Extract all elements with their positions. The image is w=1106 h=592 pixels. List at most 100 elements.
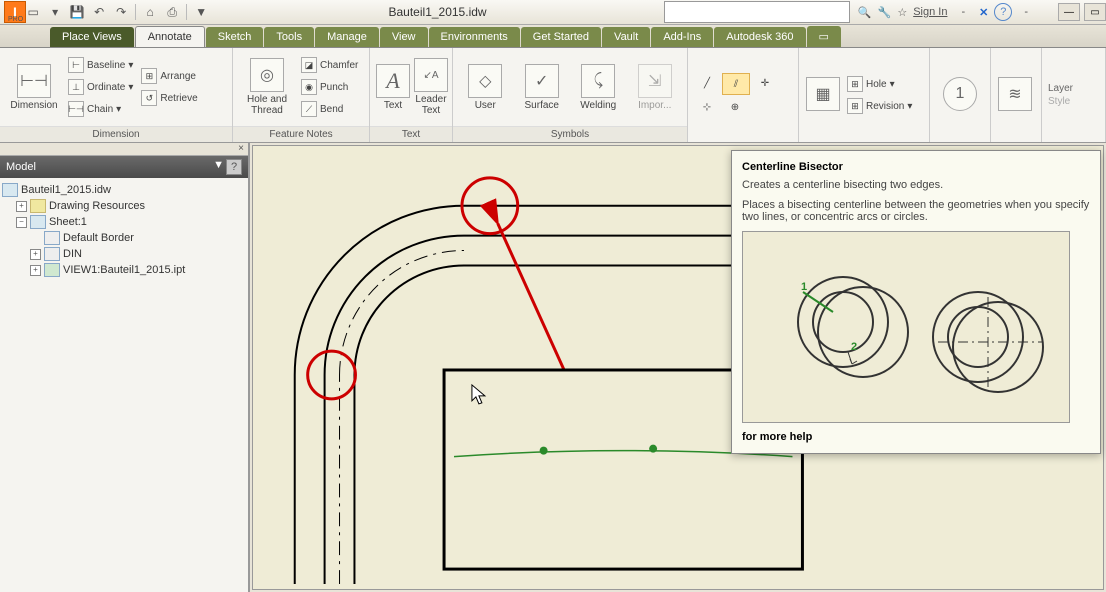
redo-icon[interactable]: ↷ — [111, 2, 131, 22]
open-icon[interactable]: ▭ — [23, 2, 43, 22]
tab-annotate[interactable]: Annotate — [135, 26, 205, 47]
layer-label: Layer — [1048, 83, 1073, 94]
close-panel-icon[interactable]: × — [0, 143, 248, 156]
tree-root[interactable]: Bauteil1_2015.idw — [2, 182, 246, 198]
tab-add-ins[interactable]: Add-Ins — [651, 27, 713, 47]
ordinate-button[interactable]: ⊥Ordinate ▾ — [66, 77, 135, 97]
sheet-icon — [30, 215, 46, 229]
table-icon: ▦ — [806, 77, 840, 111]
drawing-canvas[interactable]: Centerline Bisector Creates a centerline… — [252, 145, 1104, 590]
dimension-icon: ⊢⊣ — [17, 64, 51, 98]
hole-table-button[interactable]: ⊞Hole ▾ — [845, 74, 914, 94]
minimize-button[interactable]: — — [1058, 3, 1080, 21]
help-icon[interactable]: ? — [994, 3, 1012, 21]
tab-view[interactable]: View — [380, 27, 428, 47]
favorite-icon[interactable]: ☆ — [897, 6, 907, 19]
centered-pattern-button[interactable]: ⊹ — [694, 97, 720, 117]
centerline-bisector-button[interactable]: ⫽ — [722, 73, 750, 95]
table-button[interactable]: ▦ — [805, 60, 841, 130]
search-icon[interactable]: 🔍 — [858, 6, 872, 19]
chain-button[interactable]: ⊢⊣Chain ▾ — [66, 99, 135, 119]
svg-text:1: 1 — [801, 281, 807, 293]
revision-table-button[interactable]: ⊞Revision ▾ — [845, 96, 914, 116]
tab-environments[interactable]: Environments — [429, 27, 520, 47]
bend-button[interactable]: ⟋Bend — [299, 99, 360, 119]
tab-place-views[interactable]: Place Views — [50, 27, 134, 47]
text-icon: A — [376, 64, 410, 98]
hole-icon: ◎ — [250, 58, 284, 92]
style-label: Style — [1048, 96, 1073, 107]
home-icon[interactable]: ⌂ — [140, 2, 160, 22]
document-icon — [2, 183, 18, 197]
exchange-icon[interactable]: ✕ — [979, 6, 988, 19]
app-menu-icon[interactable]: ▼ — [191, 2, 211, 22]
retrieve-button[interactable]: ↺Retrieve — [139, 88, 199, 108]
titleblock-icon — [44, 247, 60, 261]
browser-title: Model — [6, 161, 36, 173]
chamfer-button[interactable]: ◪Chamfer — [299, 55, 360, 75]
welding-button[interactable]: ⤹Welding — [572, 52, 625, 122]
user-sym-icon: ◇ — [468, 64, 502, 98]
collapse-icon[interactable]: − — [16, 217, 27, 228]
tree-item-din[interactable]: +DIN — [2, 246, 246, 262]
sym2-button[interactable]: ⊕ — [722, 97, 748, 117]
text-button[interactable]: A Text — [376, 52, 410, 122]
punch-button[interactable]: ◉Punch — [299, 77, 360, 97]
ribbon: ⊢⊣ Dimension ⊢Baseline ▾ ⊥Ordinate ▾ ⊢⊣C… — [0, 48, 1106, 143]
tree-item-resources[interactable]: +Drawing Resources — [2, 198, 246, 214]
undo-icon[interactable]: ↶ — [89, 2, 109, 22]
tab-vault[interactable]: Vault — [602, 27, 650, 47]
centerline-button[interactable]: ╱ — [694, 73, 720, 93]
balloon-button[interactable]: 1 — [936, 60, 984, 130]
expand-icon[interactable]: + — [30, 249, 41, 260]
arrange-button[interactable]: ⊞Arrange — [139, 66, 199, 86]
tab-extra-icon[interactable]: ▭ — [807, 26, 841, 47]
expand-icon[interactable]: + — [30, 265, 41, 276]
baseline-button[interactable]: ⊢Baseline ▾ — [66, 55, 135, 75]
search-input[interactable] — [664, 1, 850, 23]
dimension-button[interactable]: ⊢⊣ Dimension — [6, 52, 62, 122]
tab-autodesk360[interactable]: Autodesk 360 — [714, 27, 805, 47]
tab-get-started[interactable]: Get Started — [521, 27, 601, 47]
quick-access-toolbar: ▭ ▾ 💾 ↶ ↷ ⌂ ⎙ ▼ — [23, 2, 211, 22]
user-symbol-button[interactable]: ◇User — [459, 52, 512, 122]
import-icon: ⇲ — [638, 64, 672, 98]
folder-icon — [30, 199, 46, 213]
tooltip-footer: for more help — [742, 431, 1090, 443]
expand-icon[interactable]: + — [16, 201, 27, 212]
restore-button[interactable]: ▭ — [1084, 3, 1106, 21]
tree-item-sheet[interactable]: −Sheet:1 — [2, 214, 246, 230]
tooltip-illustration: 1 2 — [742, 231, 1070, 423]
center-mark-button[interactable]: ✛ — [752, 73, 778, 93]
leader-icon: ↙A — [414, 58, 448, 92]
help-small-icon[interactable]: ? — [226, 159, 242, 175]
layers-icon: ≋ — [998, 77, 1032, 111]
layers-button[interactable]: ≋ — [997, 60, 1033, 130]
tab-tools[interactable]: Tools — [264, 27, 314, 47]
view-icon — [44, 263, 60, 277]
balloon-icon: 1 — [943, 77, 977, 111]
model-browser: × Model ▼? Bauteil1_2015.idw +Drawing Re… — [0, 143, 250, 592]
leader-text-button[interactable]: ↙A Leader Text — [414, 52, 448, 122]
surface-button[interactable]: ✓Surface — [516, 52, 569, 122]
tab-sketch[interactable]: Sketch — [206, 27, 264, 47]
svg-text:2: 2 — [851, 341, 857, 353]
ribbon-tabs: Place Views Annotate Sketch Tools Manage… — [0, 25, 1106, 48]
save-icon[interactable]: 💾 — [67, 2, 87, 22]
tab-manage[interactable]: Manage — [315, 27, 379, 47]
key-icon[interactable]: 🔧 — [878, 6, 892, 19]
new-icon[interactable]: ▾ — [45, 2, 65, 22]
tooltip-description: Places a bisecting centerline between th… — [742, 199, 1090, 223]
tree-item-border[interactable]: Default Border — [2, 230, 246, 246]
tooltip-title: Centerline Bisector — [742, 161, 1090, 173]
border-icon — [44, 231, 60, 245]
tree-item-view[interactable]: +VIEW1:Bauteil1_2015.ipt — [2, 262, 246, 278]
hole-thread-button[interactable]: ◎ Hole and Thread — [239, 52, 295, 122]
import-button[interactable]: ⇲Impor... — [629, 52, 682, 122]
panel-title-symbols: Symbols — [453, 126, 687, 142]
panel-title-text: Text — [370, 126, 452, 142]
print-icon[interactable]: ⎙ — [162, 2, 182, 22]
panel-title-dimension: Dimension — [0, 126, 232, 142]
sign-in-link[interactable]: Sign In — [913, 6, 947, 18]
window-title: Bauteil1_2015.idw — [211, 5, 664, 19]
